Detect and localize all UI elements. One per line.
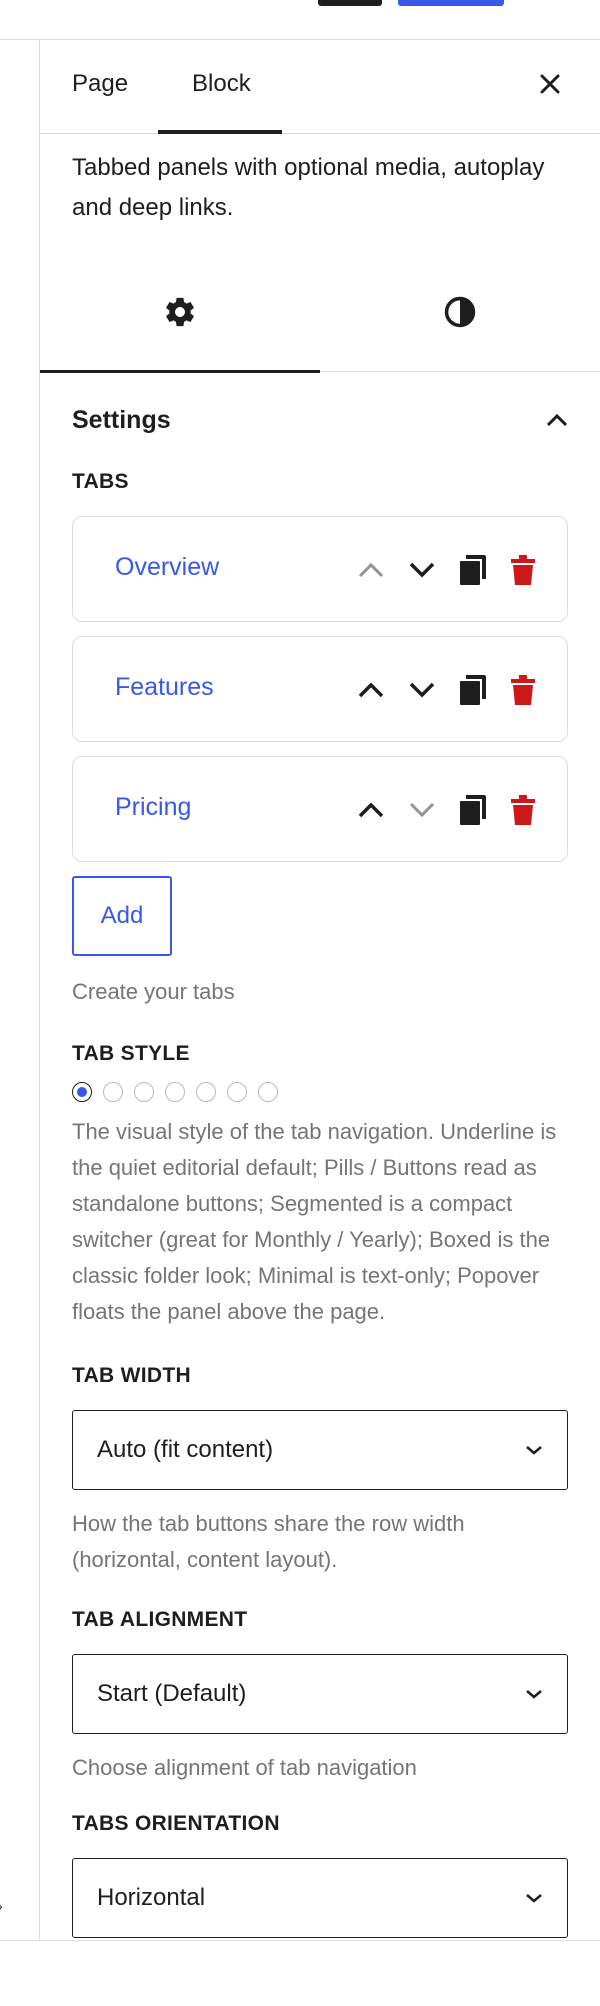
tab-width-select[interactable]: Auto (fit content) [72,1410,568,1490]
close-icon [540,74,560,94]
tabs-orientation-select[interactable]: Horizontal [72,1858,568,1938]
delete-button[interactable] [507,674,539,706]
tab-item-label[interactable]: Features [115,673,214,702]
duplicate-button[interactable] [457,794,489,826]
tab-alignment-select[interactable]: Start (Default) [72,1654,568,1734]
tab-list-item: Features [72,636,568,742]
block-description: Tabbed panels with optional media, autop… [72,154,545,221]
block-settings-sidebar: Page Block Tabbed panels with optional m… [40,40,600,1940]
delete-button[interactable] [507,554,539,586]
trash-icon [511,675,535,705]
tab-alignment-value: Start (Default) [97,1680,247,1707]
move-down-button[interactable] [406,674,438,706]
tab-style-option[interactable] [134,1082,154,1102]
add-tab-button[interactable]: Add [72,876,172,956]
tab-style-help-text: The visual style of the tab navigation. … [72,1119,557,1324]
move-up-button[interactable] [355,554,387,586]
tab-alignment-help-text: Choose alignment of tab navigation [72,1755,417,1780]
tab-style-radio-group [40,1082,600,1102]
inspector-icon-tabs [40,252,600,373]
tab-block[interactable]: Block [192,70,251,98]
tab-style-option[interactable] [196,1082,216,1102]
tab-width-value: Auto (fit content) [97,1436,274,1463]
chevron-up-icon [358,802,384,818]
toolbar-dark-button[interactable] [318,0,382,6]
editor-canvas: › [0,40,40,1940]
gear-icon [166,297,194,327]
tab-style-option[interactable] [103,1082,123,1102]
canvas-edge-arrow-icon: › [0,1898,3,1914]
tab-alignment-label: TAB ALIGNMENT [72,1608,248,1631]
tab-style-option[interactable] [72,1082,92,1102]
contrast-icon [444,296,476,328]
tab-style-label: TAB STYLE [72,1042,190,1065]
active-tab-indicator [158,130,282,134]
tab-item-label[interactable]: Overview [115,553,219,582]
duplicate-icon [460,675,486,705]
editor-top-toolbar [0,0,600,40]
tabs-section-label: TABS [72,470,129,493]
tabs-list: Overview Features Pricing [40,516,600,862]
tabs-orientation-value: Horizontal [97,1884,206,1911]
tab-item-label[interactable]: Pricing [115,793,191,822]
chevron-down-icon [409,562,435,578]
settings-panel-header[interactable]: Settings [40,372,600,468]
trash-icon [511,795,535,825]
chevron-down-icon [526,1690,542,1699]
chevron-down-icon [409,682,435,698]
close-sidebar-button[interactable] [534,68,566,100]
delete-button[interactable] [507,794,539,826]
tab-width-label: TAB WIDTH [72,1364,191,1387]
move-down-button[interactable] [406,554,438,586]
toolbar-save-button[interactable] [398,0,504,6]
editor-footer-bar [0,1940,600,2006]
move-down-button[interactable] [406,794,438,826]
duplicate-button[interactable] [457,674,489,706]
tab-list-item: Overview [72,516,568,622]
chevron-down-icon [526,1446,542,1455]
tabs-orientation-label: TABS ORIENTATION [72,1812,280,1835]
tab-page[interactable]: Page [72,70,128,98]
chevron-down-icon [526,1894,542,1903]
tab-width-help-text: How the tab buttons share the row width … [72,1511,465,1572]
chevron-down-icon [409,802,435,818]
tab-style-option[interactable] [165,1082,185,1102]
trash-icon [511,555,535,585]
tab-styles[interactable] [320,252,600,372]
tab-style-option[interactable] [258,1082,278,1102]
chevron-up-icon [358,682,384,698]
panel-title: Settings [72,405,171,434]
tabs-help-text: Create your tabs [72,979,235,1004]
duplicate-icon [460,795,486,825]
duplicate-button[interactable] [457,554,489,586]
tab-list-item: Pricing [72,756,568,862]
chevron-up-icon [358,562,384,578]
tab-style-option[interactable] [227,1082,247,1102]
sidebar-tabs-header: Page Block [40,40,600,134]
tab-settings[interactable] [40,252,320,373]
duplicate-icon [460,555,486,585]
move-up-button[interactable] [355,674,387,706]
move-up-button[interactable] [355,794,387,826]
chevron-up-icon[interactable] [546,413,568,427]
